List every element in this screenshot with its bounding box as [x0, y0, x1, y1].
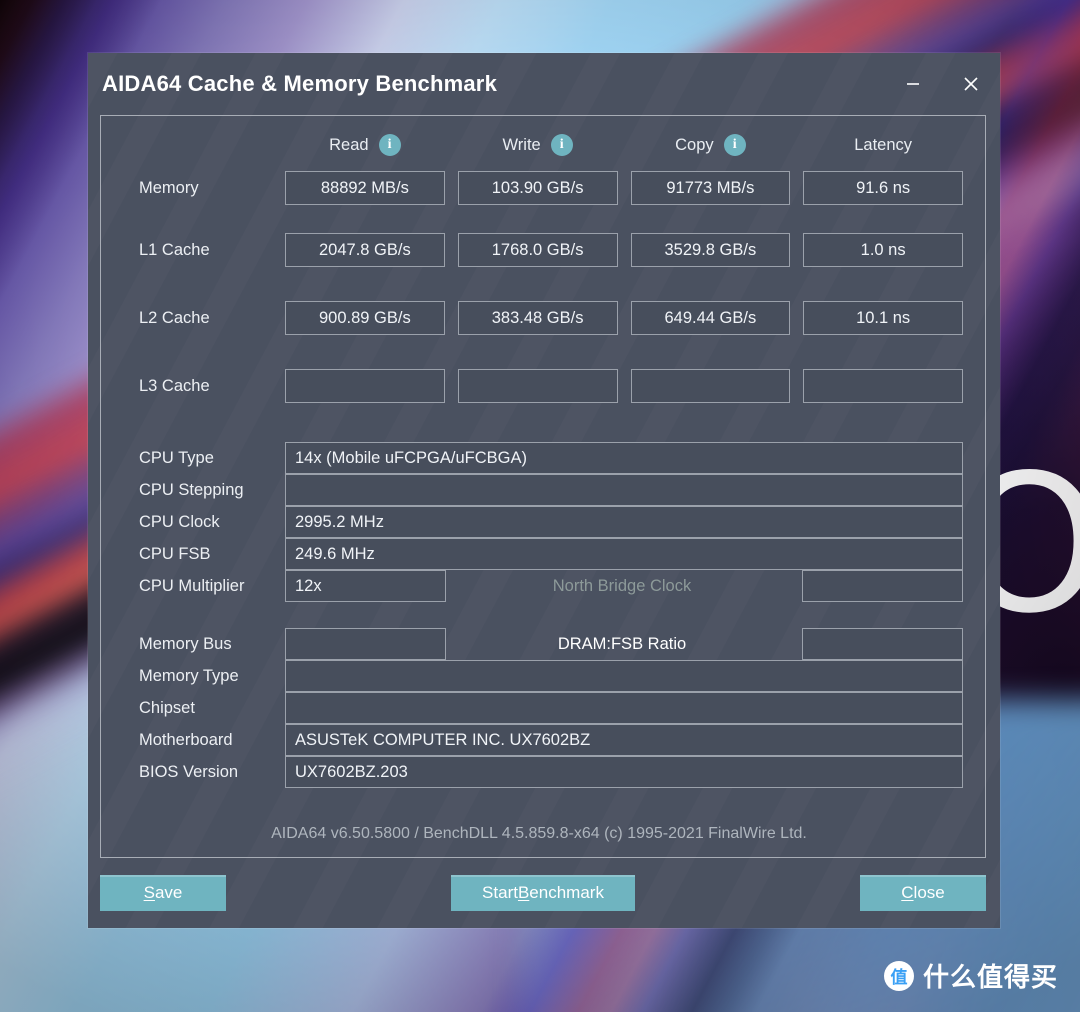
cpu-type-label: CPU Type [139, 448, 214, 467]
benchmark-header-row: Read i Write i Copy i Latency [101, 130, 985, 160]
table-row: L2 Cache 900.89 GB/s 383.48 GB/s 649.44 … [101, 284, 985, 352]
l2-write-value: 383.48 GB/s [457, 301, 618, 335]
close-window-button[interactable] [942, 53, 1000, 115]
north-bridge-clock-value [802, 570, 963, 602]
l3-copy-value [630, 369, 791, 403]
close-icon [961, 74, 981, 94]
cpu-clock-label: CPU Clock [139, 512, 220, 531]
memory-bus-label: Memory Bus [139, 634, 232, 653]
memory-latency-value: 91.6 ns [803, 171, 963, 205]
aida64-benchmark-dialog: AIDA64 Cache & Memory Benchmark Read i W… [88, 53, 1000, 928]
memory-write-value: 103.90 GB/s [457, 171, 618, 205]
close-button-accel: C [901, 883, 914, 902]
north-bridge-clock-caption: North Bridge Clock [552, 576, 692, 595]
l2-read-value: 900.89 GB/s [285, 301, 445, 335]
cpu-stepping-label: CPU Stepping [139, 480, 244, 499]
start-button-pre: Start [482, 883, 518, 902]
minimize-button[interactable] [884, 53, 942, 115]
dialog-button-bar: Save Start Benchmark Close [88, 858, 1000, 928]
column-header-latency: Latency [803, 130, 963, 160]
dram-fsb-ratio-value [802, 628, 963, 660]
column-header-read-label: Read [329, 135, 369, 154]
bios-version-label: BIOS Version [139, 762, 239, 781]
watermark-text: 什么值得买 [922, 963, 1058, 993]
chipset-label: Chipset [139, 698, 195, 717]
start-benchmark-button[interactable]: Start Benchmark [451, 875, 635, 911]
benchmark-panel: Read i Write i Copy i Latency Memory 888… [100, 115, 986, 858]
window-controls [884, 53, 1000, 115]
bios-version-value: UX7602BZ.203 [285, 756, 963, 788]
start-button-accel: B [517, 883, 530, 902]
row-label-l3-cache: L3 Cache [139, 376, 210, 395]
cpu-multiplier-row: CPU Multiplier 12x North Bridge Clock [139, 570, 963, 602]
cpu-multiplier-value: 12x [285, 570, 446, 602]
l2-copy-value: 649.44 GB/s [630, 301, 791, 335]
l1-write-value: 1768.0 GB/s [457, 233, 618, 267]
l3-read-value [285, 369, 445, 403]
memory-bus-row: Memory Bus DRAM:FSB Ratio [139, 628, 963, 660]
save-button-accel: S [143, 883, 155, 902]
watermark: 值 什么值得买 [883, 957, 1058, 994]
l3-latency-value [803, 369, 963, 403]
column-header-read: Read i [285, 130, 445, 160]
memory-read-value: 88892 MB/s [285, 171, 445, 205]
cpu-type-row: CPU Type 14x (Mobile uFCPGA/uFCBGA) [139, 442, 963, 474]
read-info-icon[interactable]: i [378, 134, 401, 156]
cpu-fsb-row: CPU FSB 249.6 MHz [139, 538, 963, 570]
copy-info-icon[interactable]: i [723, 134, 746, 156]
cpu-clock-row: CPU Clock 2995.2 MHz [139, 506, 963, 538]
page-title: AIDA64 Cache & Memory Benchmark [102, 71, 498, 96]
watermark-logo-icon: 值 [883, 960, 914, 991]
minimize-icon [904, 75, 922, 93]
cpu-fsb-label: CPU FSB [139, 544, 211, 563]
cpu-type-value: 14x (Mobile uFCPGA/uFCBGA) [285, 442, 963, 474]
motherboard-label: Motherboard [139, 730, 233, 749]
table-row: L1 Cache 2047.8 GB/s 1768.0 GB/s 3529.8 … [101, 216, 985, 284]
write-info-icon[interactable]: i [550, 134, 573, 156]
close-button[interactable]: Close [860, 875, 986, 911]
spacer-above-cpu-info [101, 420, 985, 442]
chipset-row: Chipset [139, 692, 963, 724]
table-row: Memory 88892 MB/s 103.90 GB/s 91773 MB/s… [101, 160, 985, 216]
l1-latency-value: 1.0 ns [803, 233, 963, 267]
column-header-latency-label: Latency [854, 135, 913, 154]
motherboard-row: Motherboard ASUSTeK COMPUTER INC. UX7602… [139, 724, 963, 756]
column-header-write: Write i [458, 130, 618, 160]
l3-write-value [457, 369, 618, 403]
l2-latency-value: 10.1 ns [803, 301, 963, 335]
cpu-fsb-value: 249.6 MHz [285, 538, 963, 570]
desktop-background: OO 值 什么值得买 AIDA64 Cache & Memory Benchma… [0, 0, 1080, 1012]
start-button-post: enchmark [529, 883, 604, 902]
column-header-write-label: Write [502, 135, 541, 154]
cpu-clock-value: 2995.2 MHz [285, 506, 963, 538]
save-button[interactable]: Save [100, 875, 226, 911]
cpu-stepping-value [285, 474, 963, 506]
memory-bus-value [285, 628, 446, 660]
row-label-l2-cache: L2 Cache [139, 308, 210, 327]
version-footer-text: AIDA64 v6.50.5800 / BenchDLL 4.5.859.8-x… [271, 825, 807, 842]
table-row: L3 Cache [101, 352, 985, 420]
l1-read-value: 2047.8 GB/s [285, 233, 445, 267]
row-label-l1-cache: L1 Cache [139, 240, 210, 259]
cpu-multiplier-label: CPU Multiplier [139, 576, 245, 595]
row-label-memory: Memory [139, 178, 199, 197]
save-button-post: ave [154, 883, 183, 902]
memory-type-value [285, 660, 963, 692]
close-button-post: lose [913, 883, 945, 902]
l1-copy-value: 3529.8 GB/s [630, 233, 791, 267]
title-bar[interactable]: AIDA64 Cache & Memory Benchmark [88, 53, 1000, 115]
memory-type-row: Memory Type [139, 660, 963, 692]
cpu-info-block: CPU Type 14x (Mobile uFCPGA/uFCBGA) CPU … [101, 442, 985, 602]
bios-version-row: BIOS Version UX7602BZ.203 [139, 756, 963, 788]
column-header-copy-label: Copy [675, 135, 714, 154]
motherboard-value: ASUSTeK COMPUTER INC. UX7602BZ [285, 724, 963, 756]
dram-fsb-ratio-caption: DRAM:FSB Ratio [557, 634, 687, 653]
memory-info-block: Memory Bus DRAM:FSB Ratio Memory Type Ch… [101, 628, 985, 788]
memory-type-label: Memory Type [139, 666, 239, 685]
cpu-stepping-row: CPU Stepping [139, 474, 963, 506]
column-header-copy: Copy i [631, 130, 791, 160]
memory-copy-value: 91773 MB/s [630, 171, 791, 205]
spacer-above-memory-info [101, 602, 985, 628]
chipset-value [285, 692, 963, 724]
